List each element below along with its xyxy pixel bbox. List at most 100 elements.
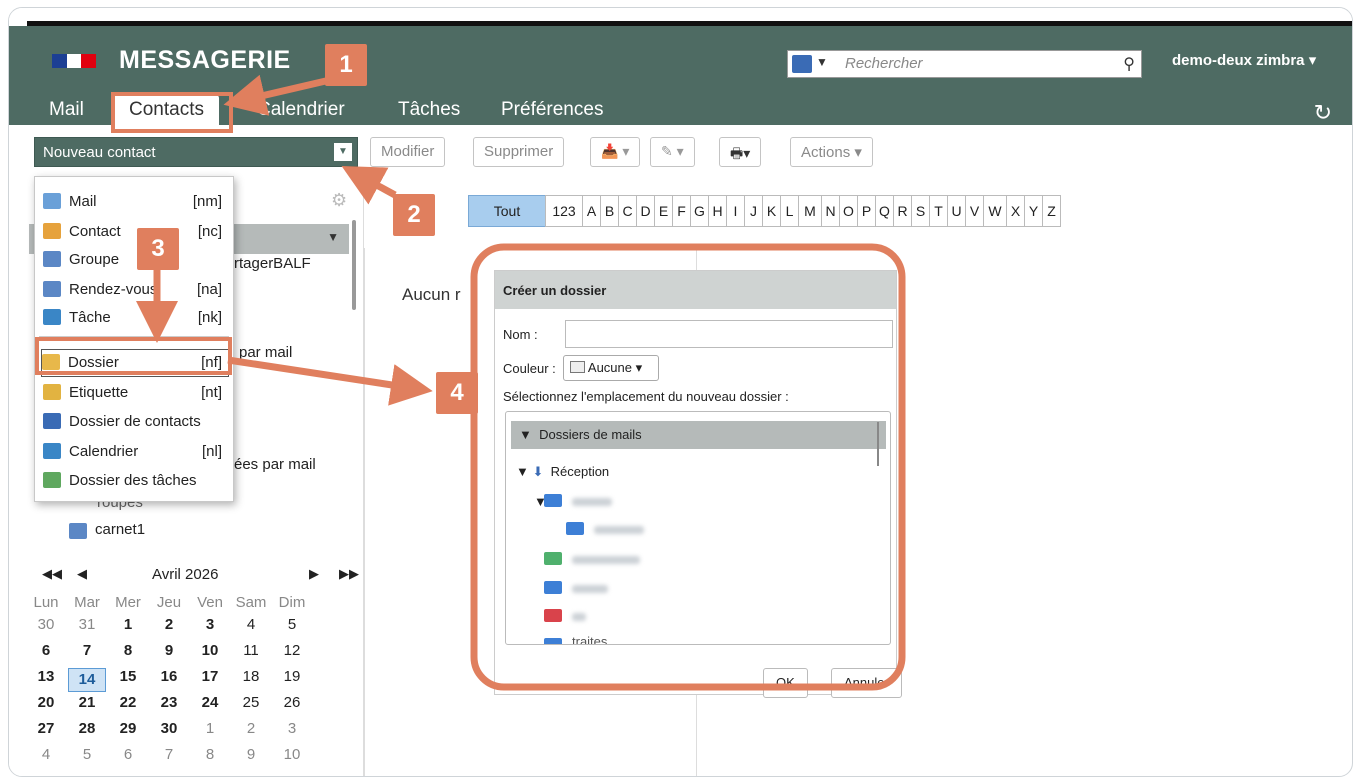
alpha-filter-s[interactable]: S: [911, 195, 930, 227]
menu-item-dossier[interactable]: Dossier [nf]: [41, 349, 229, 377]
calendar-day[interactable]: 3: [273, 720, 311, 737]
alpha-filter-t[interactable]: T: [929, 195, 948, 227]
calendar-day[interactable]: 4: [232, 616, 270, 633]
tree-scrollbar[interactable]: [877, 422, 879, 466]
menu-item-t-che[interactable]: Tâche [nk]: [43, 305, 228, 333]
new-contact-button[interactable]: Nouveau contact ▼: [34, 137, 358, 167]
calendar-day[interactable]: 2: [232, 720, 270, 737]
calendar-day[interactable]: 20: [27, 694, 65, 711]
calendar-day[interactable]: 10: [273, 746, 311, 763]
modify-button[interactable]: Modifier: [370, 137, 446, 167]
ok-button[interactable]: OK: [763, 668, 808, 698]
search-scope-icon[interactable]: [792, 55, 812, 73]
calendar-day[interactable]: 1: [191, 720, 229, 737]
actions-button[interactable]: Actions ▾: [790, 137, 873, 167]
alpha-filter-o[interactable]: O: [839, 195, 858, 227]
next-month-icon[interactable]: ▶: [309, 566, 319, 582]
calendar-day[interactable]: 7: [68, 642, 106, 659]
alpha-filter-l[interactable]: L: [780, 195, 799, 227]
alpha-filter-b[interactable]: B: [600, 195, 619, 227]
menu-item-contact[interactable]: Contact [nc]: [43, 219, 228, 247]
alpha-filter-123[interactable]: 123: [545, 195, 583, 227]
gear-icon[interactable]: ⚙: [331, 190, 347, 211]
calendar-day[interactable]: 30: [27, 616, 65, 633]
calendar-day[interactable]: 24: [191, 694, 229, 711]
menu-item-groupe[interactable]: Groupe: [43, 247, 228, 275]
user-menu[interactable]: demo-deux zimbra ▾: [1172, 51, 1316, 69]
alpha-filter-u[interactable]: U: [947, 195, 966, 227]
prev-month-icon[interactable]: ◀: [77, 566, 87, 582]
sidebar-item-carnet[interactable]: carnet1: [95, 521, 415, 538]
alpha-filter-i[interactable]: I: [726, 195, 745, 227]
calendar-day[interactable]: 12: [273, 642, 311, 659]
calendar-day[interactable]: 25: [232, 694, 270, 711]
print-icon[interactable]: 🖶▾: [719, 137, 762, 167]
calendar-day[interactable]: 10: [191, 642, 229, 659]
calendar-day[interactable]: 4: [27, 746, 65, 763]
alpha-filter-v[interactable]: V: [965, 195, 984, 227]
alpha-filter-d[interactable]: D: [636, 195, 655, 227]
tree-item-inbox[interactable]: ▼ ⬇ Réception: [516, 464, 609, 480]
calendar-day[interactable]: 13: [27, 668, 65, 685]
calendar-day[interactable]: 19: [273, 668, 311, 685]
calendar-day[interactable]: 1: [109, 616, 147, 633]
calendar-day[interactable]: 29: [109, 720, 147, 737]
refresh-icon[interactable]: ↻: [1314, 100, 1332, 126]
calendar-day[interactable]: 8: [191, 746, 229, 763]
tab-taches[interactable]: Tâches: [398, 99, 460, 121]
calendar-day[interactable]: 16: [150, 668, 188, 685]
calendar-day[interactable]: 8: [109, 642, 147, 659]
menu-item-rendez-vous[interactable]: Rendez-vous [na]: [43, 277, 228, 305]
tree-item-partial[interactable]: traites: [572, 634, 607, 644]
folder-name-input[interactable]: [565, 320, 893, 348]
alpha-filter-n[interactable]: N: [821, 195, 840, 227]
calendar-day[interactable]: 6: [109, 746, 147, 763]
calendar-day[interactable]: 18: [232, 668, 270, 685]
tab-mail[interactable]: Mail: [49, 99, 84, 121]
menu-item-etiquette[interactable]: Etiquette [nt]: [43, 380, 228, 408]
alpha-filter-x[interactable]: X: [1006, 195, 1025, 227]
calendar-day[interactable]: 22: [109, 694, 147, 711]
alpha-filter-e[interactable]: E: [654, 195, 673, 227]
calendar-day[interactable]: 7: [150, 746, 188, 763]
chevron-down-icon[interactable]: ▼: [816, 55, 828, 69]
alpha-filter-k[interactable]: K: [762, 195, 781, 227]
alpha-filter-q[interactable]: Q: [875, 195, 894, 227]
menu-item-dossier-des-t-ches[interactable]: Dossier des tâches: [43, 468, 228, 496]
tab-contacts[interactable]: Contacts: [114, 95, 219, 127]
calendar-day[interactable]: 21: [68, 694, 106, 711]
tab-calendrier[interactable]: Calendrier: [257, 99, 345, 121]
search-input[interactable]: Rechercher: [845, 55, 923, 72]
calendar-day[interactable]: 3: [191, 616, 229, 633]
alpha-filter-w[interactable]: W: [983, 195, 1007, 227]
calendar-day[interactable]: 31: [68, 616, 106, 633]
next-year-icon[interactable]: ▶▶: [339, 566, 359, 582]
calendar-day[interactable]: 5: [273, 616, 311, 633]
calendar-day[interactable]: 26: [273, 694, 311, 711]
calendar-day[interactable]: 11: [232, 642, 270, 659]
delete-button[interactable]: Supprimer: [473, 137, 565, 167]
calendar-day[interactable]: 28: [68, 720, 106, 737]
alpha-filter-r[interactable]: R: [893, 195, 912, 227]
tab-preferences[interactable]: Préférences: [501, 99, 603, 121]
alpha-filter-f[interactable]: F: [672, 195, 691, 227]
alpha-filter-m[interactable]: M: [798, 195, 822, 227]
calendar-day[interactable]: 14: [68, 668, 106, 692]
calendar-day[interactable]: 5: [68, 746, 106, 763]
calendar-day[interactable]: 30: [150, 720, 188, 737]
calendar-day[interactable]: 23: [150, 694, 188, 711]
alpha-filter-p[interactable]: P: [857, 195, 876, 227]
prev-year-icon[interactable]: ◀◀: [42, 566, 62, 582]
color-select[interactable]: Aucune ▾: [563, 355, 659, 381]
alpha-filter-h[interactable]: H: [708, 195, 727, 227]
calendar-day[interactable]: 9: [232, 746, 270, 763]
move-icon[interactable]: 📥 ▾: [590, 137, 641, 167]
chevron-down-icon[interactable]: ▼: [327, 230, 339, 244]
new-dropdown-arrow-icon[interactable]: ▼: [334, 143, 352, 161]
calendar-day[interactable]: 9: [150, 642, 188, 659]
menu-item-mail[interactable]: Mail [nm]: [43, 189, 228, 217]
menu-item-calendrier[interactable]: Calendrier [nl]: [43, 439, 228, 467]
alpha-filter-c[interactable]: C: [618, 195, 637, 227]
calendar-day[interactable]: 6: [27, 642, 65, 659]
alpha-filter-tout[interactable]: Tout: [468, 195, 546, 227]
